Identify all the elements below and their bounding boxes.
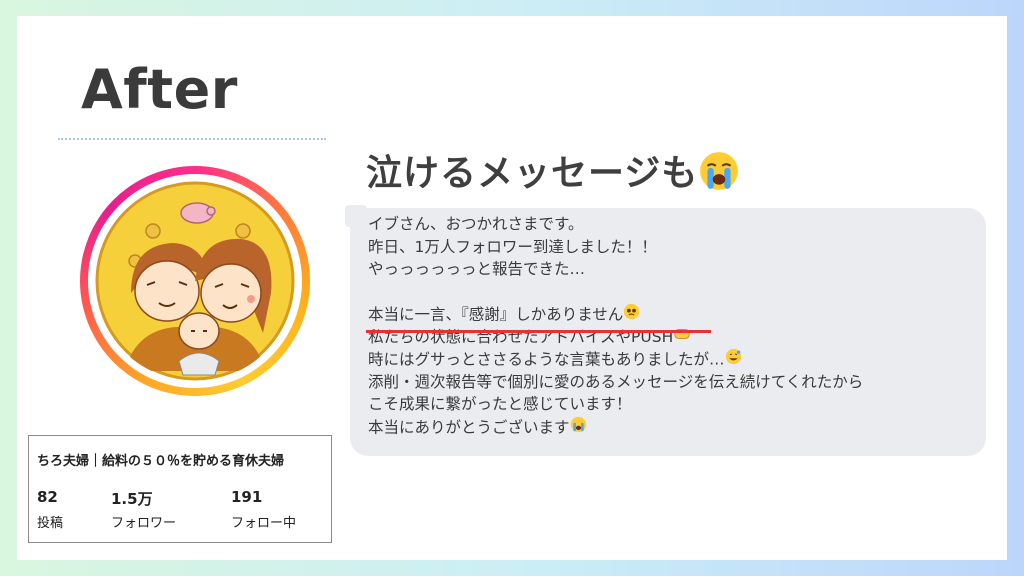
message-line-blank (368, 281, 982, 304)
message-line: やっっっっっっと報告できた… (368, 260, 586, 278)
followers-label[interactable]: フォロワー (111, 512, 176, 531)
profile-stats-card: ちろ夫婦｜給料の５０％を貯める育休夫婦 82 投稿 1.5万 フォロワー 191… (28, 435, 332, 543)
pleading-face-icon (623, 303, 640, 327)
message-text: イブさん、おつかれさまです。 昨日、1万人フォロワー到達しました！！ やっっっっ… (368, 213, 982, 438)
loudly-crying-face-icon (570, 416, 587, 440)
message-line: 時にはグサっとささるような言葉もありましたが… (368, 348, 982, 371)
message-line: 昨日、1万人フォロワー到達しました！！ (368, 237, 657, 256)
slide-heading: After (81, 58, 238, 121)
couple-with-baby-avatar (95, 181, 295, 381)
posts-count: 82 (37, 488, 58, 506)
message-line: 本当にありがとうございます (368, 416, 982, 439)
avatar-ring[interactable] (80, 166, 310, 396)
profile-name: ちろ夫婦｜給料の５０％を貯める育休夫婦 (37, 454, 285, 469)
highlight-underline (366, 330, 711, 333)
slide-subtitle: 泣けるメッセージも (366, 144, 740, 201)
message-line: 添削・週次報告等で個別に愛のあるメッセージを伝え続けてくれたから (368, 372, 864, 391)
following-label[interactable]: フォロー中 (231, 512, 296, 531)
message-line: こそ成果に繋がったと感じています！ (368, 395, 632, 413)
following-count[interactable]: 191 (231, 488, 262, 506)
message-line: イブさん、おつかれさまです。 (368, 215, 584, 233)
message-line-highlight: 本当に一言、『感謝』しかありません (368, 303, 982, 326)
grinning-sweat-face-icon (725, 348, 742, 372)
loudly-crying-face-icon (698, 150, 740, 201)
message-line: 私たちの状態に合わせたアドバイスやPUSH (368, 326, 982, 349)
followers-count[interactable]: 1.5万 (111, 488, 153, 509)
dotted-divider (58, 138, 326, 140)
subtitle-text: 泣けるメッセージも (366, 153, 699, 194)
posts-label: 投稿 (37, 516, 64, 531)
